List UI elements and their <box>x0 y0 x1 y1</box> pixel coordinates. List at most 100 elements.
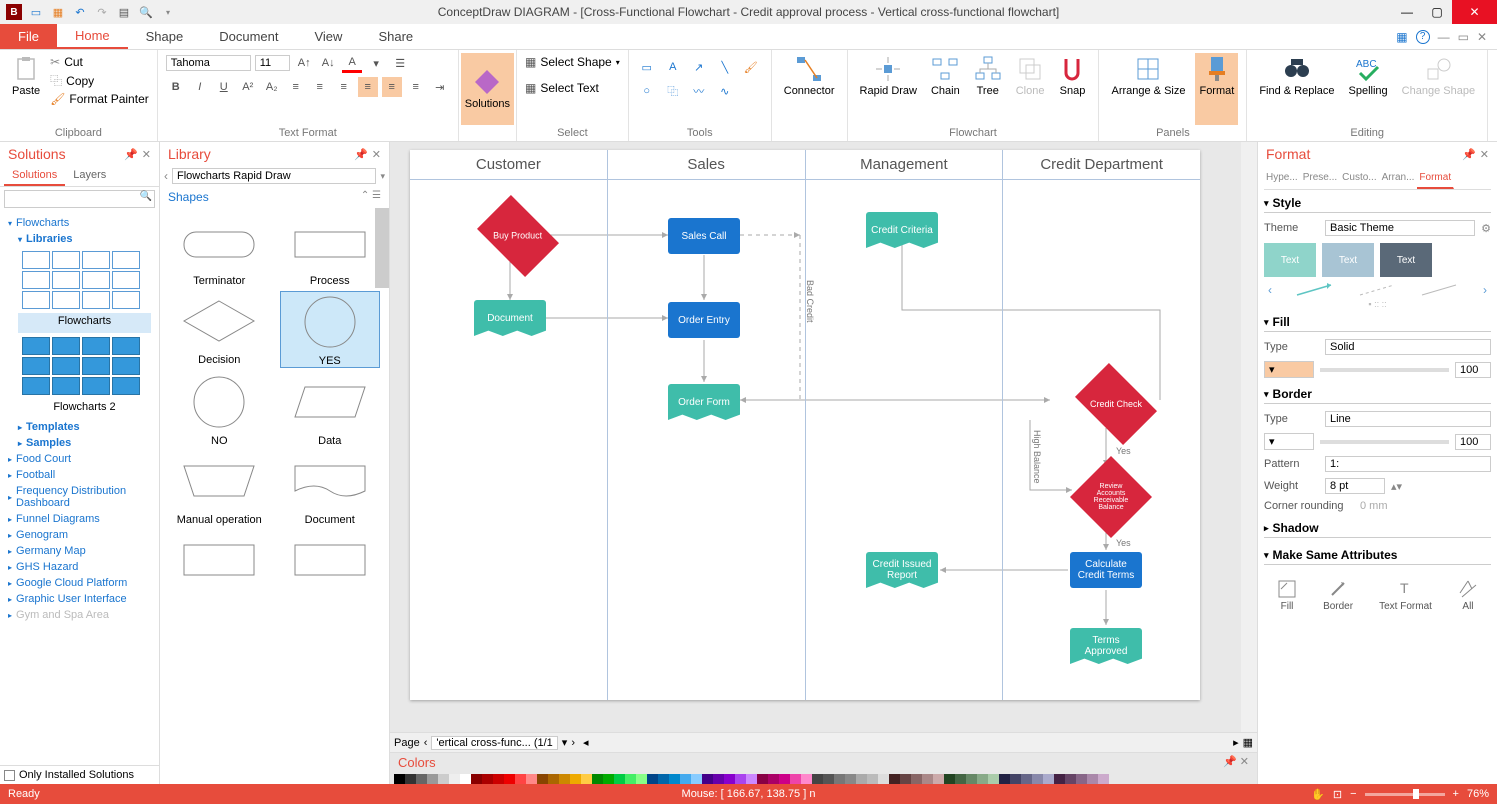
format-button[interactable]: Format <box>1195 53 1238 125</box>
shape-extra2[interactable] <box>280 530 380 593</box>
zoom-slider[interactable] <box>1365 793 1445 796</box>
layers-tab[interactable]: Layers <box>65 166 114 186</box>
zoom-icon[interactable]: 🔍 <box>138 4 154 20</box>
valign-top-icon[interactable]: ≡ <box>358 77 378 97</box>
flowcharts2-lib-label[interactable]: Flowcharts 2 <box>18 399 151 419</box>
tree-libraries[interactable]: ▾Libraries <box>18 231 151 247</box>
node-report[interactable]: Credit Issued Report <box>866 552 938 588</box>
corner-icon[interactable]: ▦ <box>1243 736 1253 749</box>
pin-icon[interactable]: 📌 <box>354 148 368 161</box>
inner-minimize-icon[interactable]: — <box>1438 30 1450 44</box>
panel-close-icon[interactable]: ✕ <box>142 148 151 161</box>
fill-type-select[interactable]: Solid <box>1325 339 1491 355</box>
border-color-select[interactable]: ▾ <box>1264 433 1314 450</box>
indent-icon[interactable]: ⇥ <box>430 77 450 97</box>
font-shrink-icon[interactable]: A↓ <box>318 53 338 73</box>
node-order-entry[interactable]: Order Entry <box>668 302 740 338</box>
tree-flowcharts[interactable]: ▾Flowcharts <box>8 215 151 231</box>
shadow-section[interactable]: Shadow <box>1264 515 1491 538</box>
tree-item[interactable]: ▸Food Court <box>8 451 151 467</box>
inner-close-icon[interactable]: ✕ <box>1477 30 1487 44</box>
rapid-draw-button[interactable]: Rapid Draw <box>856 53 921 125</box>
next-arrow-icon[interactable]: › <box>1483 283 1487 297</box>
subscript-icon[interactable]: A₂ <box>262 77 282 97</box>
same-fill-button[interactable]: Fill <box>1277 579 1297 612</box>
solutions-tab[interactable]: Solutions <box>4 166 65 186</box>
undo-icon[interactable]: ↶ <box>72 4 88 20</box>
pattern-select[interactable]: 1: <box>1325 456 1491 472</box>
superscript-icon[interactable]: A² <box>238 77 258 97</box>
hand-tool-icon[interactable]: ✋ <box>1311 788 1325 801</box>
group-tool-icon[interactable]: ⿻ <box>663 81 683 101</box>
valign-middle-icon[interactable]: ≡ <box>382 77 402 97</box>
tab-view[interactable]: View <box>296 24 360 49</box>
align-left-icon[interactable]: ≡ <box>286 77 306 97</box>
tree-item[interactable]: ▸Frequency Distribution Dashboard <box>8 483 151 511</box>
border-opacity-slider[interactable] <box>1320 440 1449 444</box>
only-installed-checkbox[interactable]: Only Installed Solutions <box>0 765 159 784</box>
open-icon[interactable]: ▦ <box>50 4 66 20</box>
arrange-size-button[interactable]: Arrange & Size <box>1107 53 1189 125</box>
change-shape-button[interactable]: Change Shape <box>1398 53 1479 125</box>
page-tab[interactable]: 'ertical cross-func... (1/1 <box>431 736 557 750</box>
node-criteria[interactable]: Credit Criteria <box>866 212 938 248</box>
grid-icon[interactable]: ▦ <box>1396 30 1407 44</box>
italic-icon[interactable]: I <box>190 77 210 97</box>
help-icon[interactable]: ? <box>1416 30 1430 44</box>
chain-button[interactable]: Chain <box>927 53 964 125</box>
flowcharts2-grid[interactable] <box>18 333 151 399</box>
clone-button[interactable]: Clone <box>1012 53 1049 125</box>
font-select[interactable]: Tahoma <box>166 55 251 71</box>
tree-item[interactable]: ▸Graphic User Interface <box>8 591 151 607</box>
font-color-icon[interactable]: A <box>342 53 362 73</box>
align-right-icon[interactable]: ≡ <box>334 77 354 97</box>
font-size-select[interactable]: 11 <box>255 55 290 71</box>
shape-process[interactable]: Process <box>280 212 380 287</box>
save-icon[interactable]: ▤ <box>116 4 132 20</box>
fmt-tab-arrange[interactable]: Arran... <box>1380 168 1418 189</box>
solutions-button[interactable]: Solutions <box>461 53 514 125</box>
lib-back-icon[interactable]: ‹ <box>164 169 168 183</box>
arrow-tool-icon[interactable]: ↗ <box>689 57 709 77</box>
gear-icon[interactable]: ⚙ <box>1481 222 1491 235</box>
library-select[interactable]: Flowcharts Rapid Draw <box>172 168 376 184</box>
border-opacity-input[interactable]: 100 <box>1455 434 1491 450</box>
flowcharts-lib-label[interactable]: Flowcharts <box>18 313 151 333</box>
panel-close-icon[interactable]: ✕ <box>372 148 381 161</box>
tree-templates[interactable]: ▸Templates <box>18 419 151 435</box>
panel-close-icon[interactable]: ✕ <box>1480 148 1489 161</box>
theme-preview-2[interactable]: Text <box>1322 243 1374 277</box>
fill-section[interactable]: Fill <box>1264 309 1491 332</box>
color-palette[interactable] <box>390 772 1257 784</box>
align-center-icon[interactable]: ≡ <box>310 77 330 97</box>
select-text-button[interactable]: ▦Select Text <box>525 81 620 95</box>
border-type-select[interactable]: Line <box>1325 411 1491 427</box>
minimize-button[interactable]: — <box>1392 0 1422 24</box>
connector-button[interactable]: Connector <box>780 53 839 99</box>
tab-share[interactable]: Share <box>360 24 431 49</box>
redo-icon[interactable]: ↷ <box>94 4 110 20</box>
border-section[interactable]: Border <box>1264 381 1491 404</box>
tree-item[interactable]: ▸Funnel Diagrams <box>8 511 151 527</box>
format-painter-button[interactable]: 🖌Format Painter <box>50 92 149 106</box>
shape-document[interactable]: Document <box>280 451 380 526</box>
style-section[interactable]: Style <box>1264 190 1491 213</box>
brush-tool-icon[interactable]: 🖌 <box>741 57 761 77</box>
text-tool-icon[interactable]: A <box>663 57 683 77</box>
pin-icon[interactable]: 📌 ✕ <box>1223 755 1249 770</box>
close-button[interactable]: ✕ <box>1452 0 1497 24</box>
fmt-tab-hyperlink[interactable]: Hype... <box>1264 168 1301 189</box>
spelling-button[interactable]: ABCSpelling <box>1345 53 1392 125</box>
tree-button[interactable]: Tree <box>970 53 1006 125</box>
tree-item[interactable]: ▸Genogram <box>8 527 151 543</box>
inner-restore-icon[interactable]: ▭ <box>1458 30 1469 44</box>
pin-icon[interactable]: 📌 <box>124 148 138 161</box>
same-attr-section[interactable]: Make Same Attributes <box>1264 542 1491 565</box>
fmt-tab-custom[interactable]: Custo... <box>1340 168 1379 189</box>
bezier-tool-icon[interactable]: ∿ <box>715 81 735 101</box>
shape-manual-op[interactable]: Manual operation <box>169 451 269 526</box>
tab-home[interactable]: Home <box>57 24 128 49</box>
bullets-icon[interactable]: ☰ <box>390 53 410 73</box>
fill-opacity-input[interactable]: 100 <box>1455 362 1491 378</box>
tree-item[interactable]: ▸Google Cloud Platform <box>8 575 151 591</box>
